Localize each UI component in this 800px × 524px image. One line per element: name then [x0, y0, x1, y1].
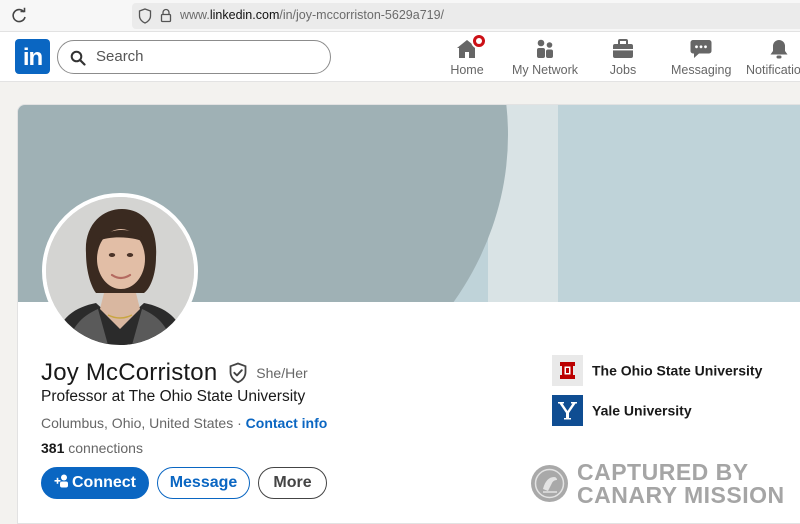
profile-photo-image — [46, 197, 194, 345]
browser-toolbar: www.linkedin.com/in/joy-mccorriston-5629… — [0, 0, 800, 32]
banner-right-panel — [558, 105, 800, 302]
nav-messaging-label: Messaging — [671, 63, 732, 77]
location: Columbus, Ohio, United States — [41, 415, 234, 431]
connections[interactable]: 381 connections — [41, 440, 143, 456]
profile-card: Joy McCorriston She/Her Professor at The… — [17, 104, 800, 524]
bell-icon — [767, 38, 791, 60]
education-item-osu[interactable]: The Ohio State University — [552, 355, 762, 386]
osu-logo — [552, 355, 583, 386]
education-yale-name: Yale University — [592, 402, 692, 419]
more-button[interactable]: More — [258, 467, 327, 499]
lock-icon[interactable] — [160, 8, 172, 23]
shield-icon[interactable] — [138, 8, 152, 24]
location-row: Columbus, Ohio, United States · Contact … — [41, 415, 327, 431]
network-icon — [533, 38, 557, 60]
education-item-yale[interactable]: Yale University — [552, 395, 692, 426]
nav-messaging[interactable]: Messaging — [671, 38, 731, 80]
profile-headline: Professor at The Ohio State University — [41, 388, 306, 405]
nav-jobs[interactable]: Jobs — [607, 38, 639, 80]
watermark-line1: CAPTURED BY — [577, 459, 749, 485]
connections-count: 381 — [41, 440, 65, 456]
notification-badge — [471, 33, 487, 49]
education-osu-name: The Ohio State University — [592, 362, 763, 379]
yale-logo — [552, 395, 583, 426]
url-text: www.linkedin.com/in/joy-mccorriston-5629… — [180, 8, 445, 22]
connect-button[interactable]: Connect — [41, 467, 149, 499]
linkedin-header: in Home My Network — [0, 32, 800, 82]
nav-home-label: Home — [450, 63, 484, 77]
canary-bird-icon — [531, 465, 568, 502]
briefcase-icon — [611, 38, 635, 60]
linkedin-logo[interactable]: in — [15, 39, 50, 74]
nav-my-network[interactable]: My Network — [512, 38, 578, 80]
separator-dot: · — [233, 415, 246, 431]
home-icon — [455, 33, 487, 60]
nav-notifications[interactable]: Notifications — [746, 38, 800, 80]
search-input[interactable] — [96, 48, 316, 65]
profile-name-row: Joy McCorriston She/Her — [41, 359, 308, 387]
watermark-line2: CANARY MISSION — [577, 482, 785, 508]
watermark-text: CAPTURED BY CANARY MISSION — [577, 461, 785, 507]
address-bar[interactable]: www.linkedin.com/in/joy-mccorriston-5629… — [132, 3, 800, 29]
connections-label: connections — [64, 440, 143, 456]
nav-jobs-label: Jobs — [609, 63, 637, 77]
message-button[interactable]: Message — [157, 467, 250, 499]
reload-icon[interactable] — [10, 7, 28, 25]
verified-shield-icon[interactable] — [228, 362, 248, 384]
search-icon — [70, 50, 86, 66]
profile-name: Joy McCorriston — [41, 359, 218, 386]
profile-photo[interactable] — [42, 193, 198, 349]
nav-home[interactable]: Home — [450, 33, 487, 80]
contact-info-link[interactable]: Contact info — [246, 415, 328, 431]
connect-label: Connect — [72, 474, 136, 491]
pronouns: She/Her — [256, 365, 308, 381]
search-box[interactable] — [57, 40, 331, 74]
add-person-icon — [54, 474, 68, 488]
messaging-icon — [689, 38, 713, 60]
nav-my-network-label: My Network — [512, 63, 578, 77]
nav-notifications-label: Notifications — [746, 63, 800, 77]
